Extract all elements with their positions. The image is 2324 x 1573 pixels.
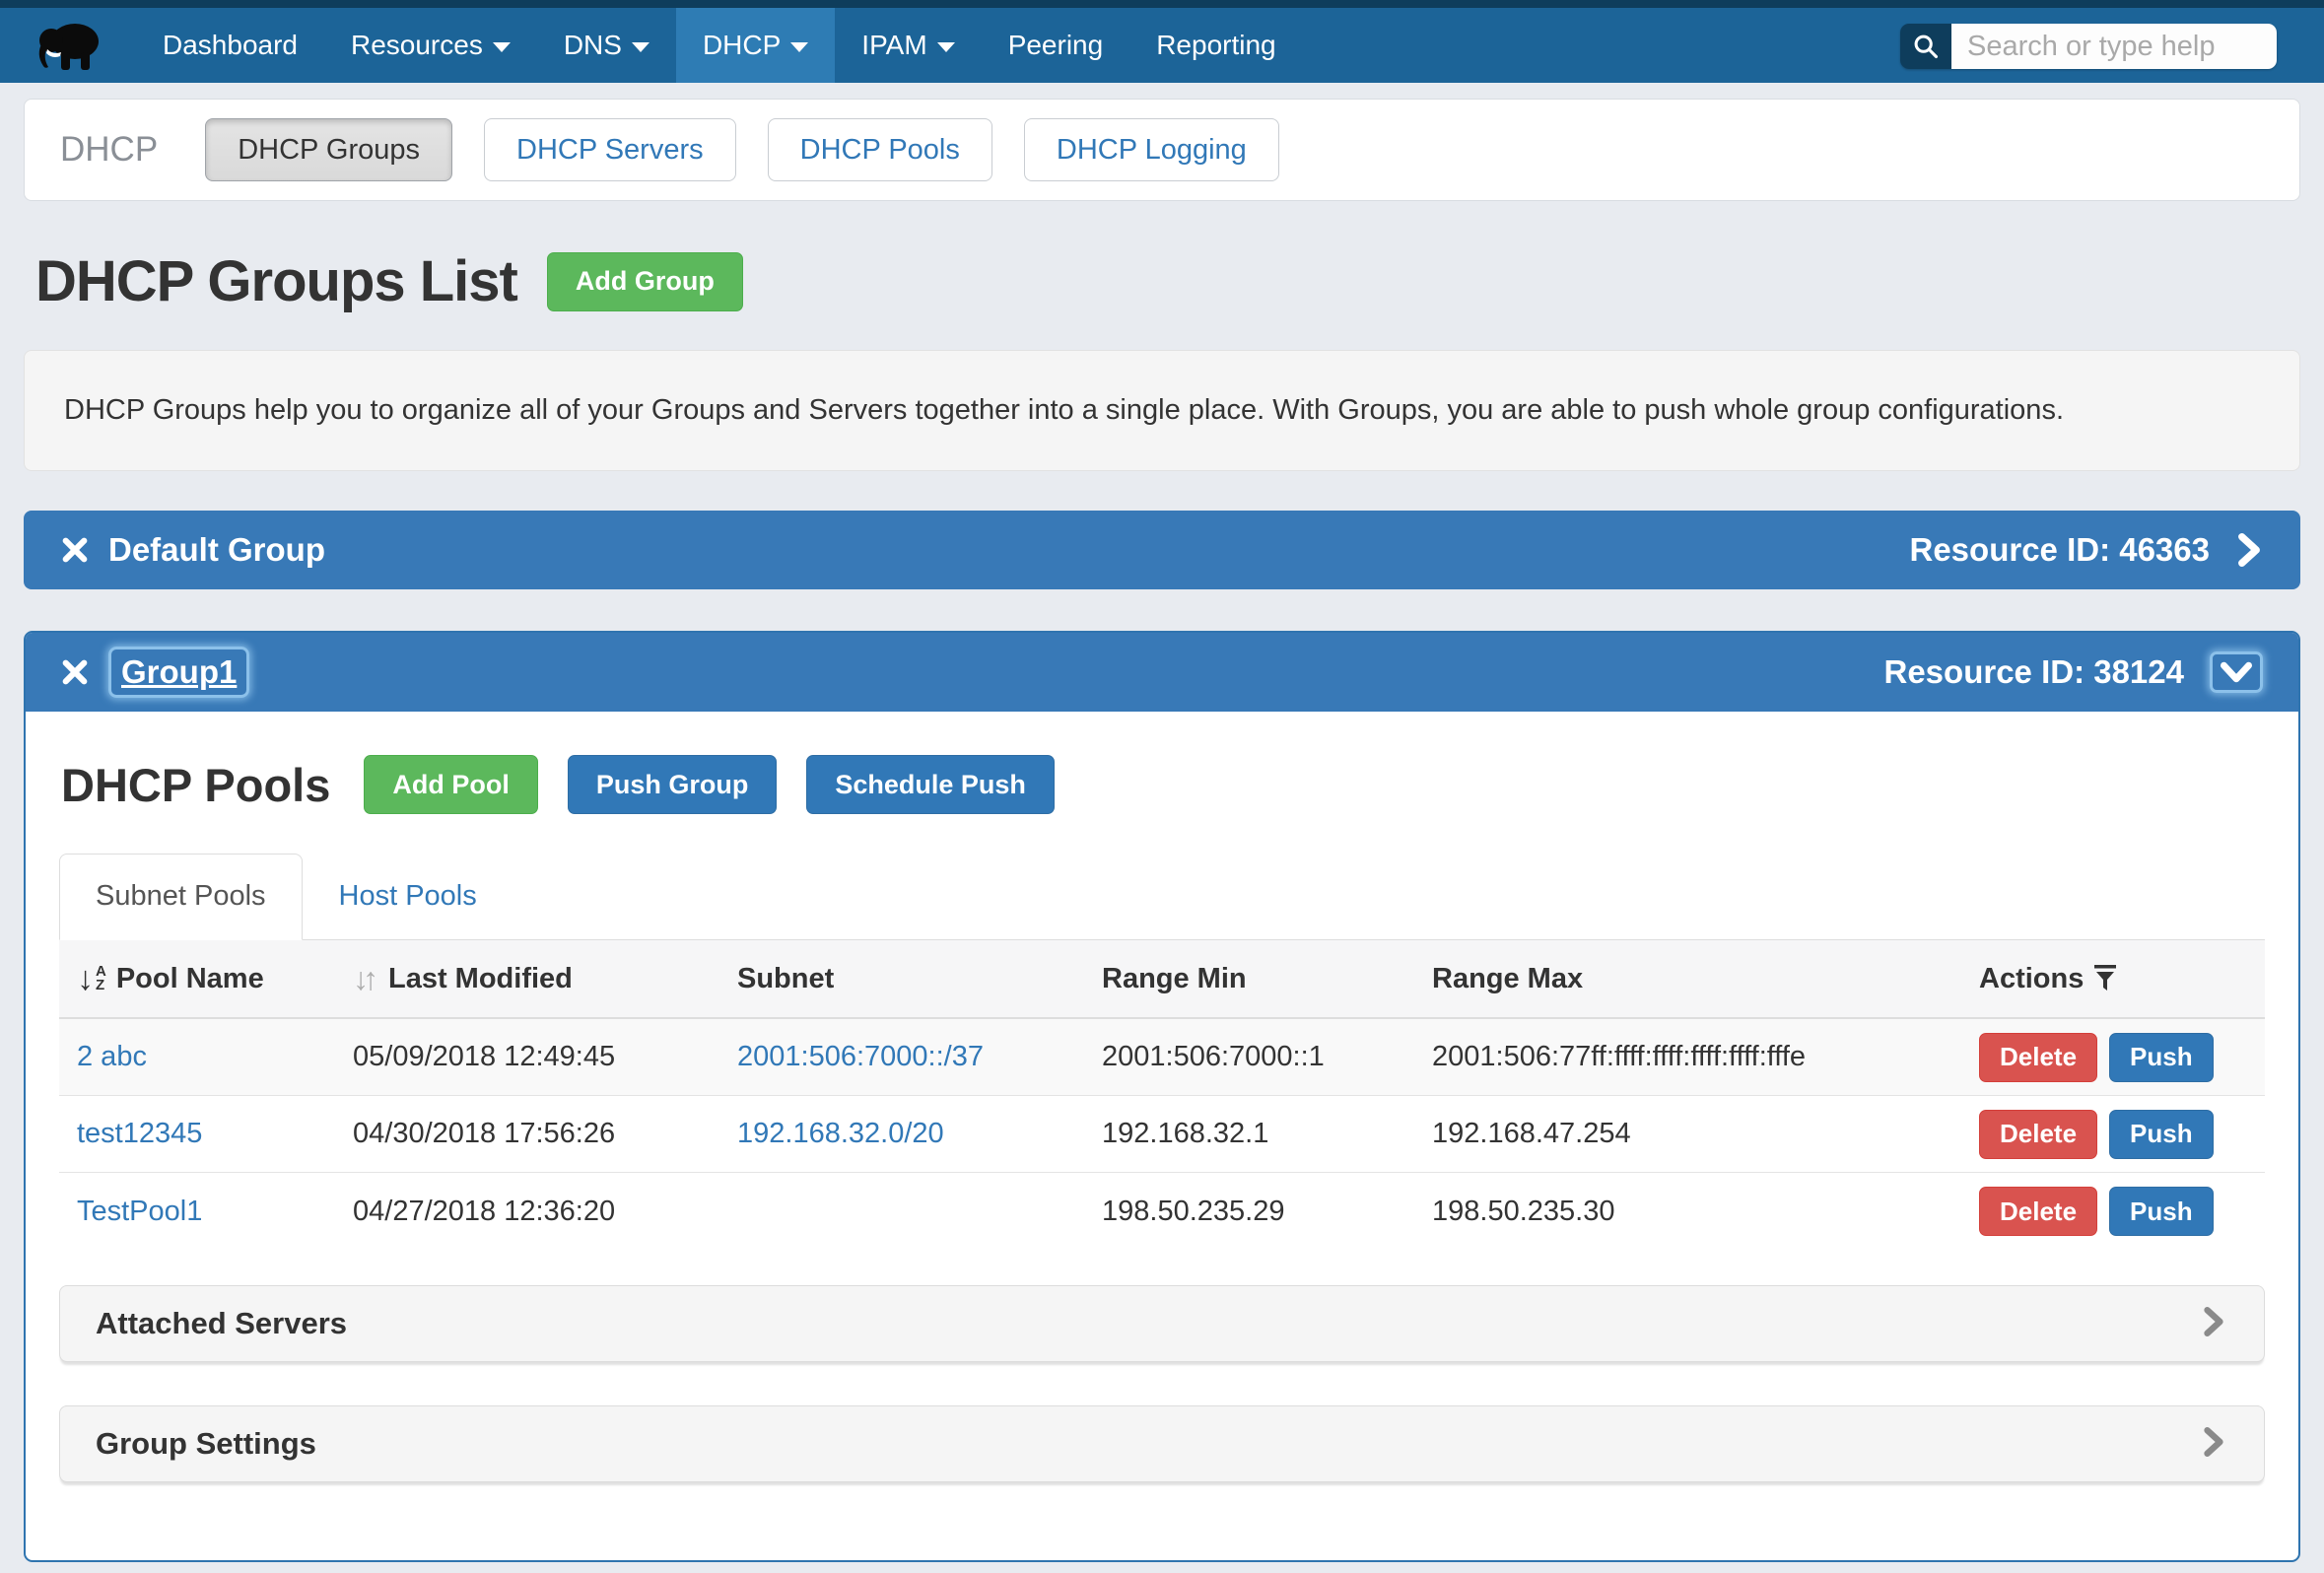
group-panel-group1: Group1 Resource ID: 38124 DHCP Pools Add… — [24, 631, 2300, 1562]
mammoth-logo[interactable] — [35, 8, 106, 83]
description-text: DHCP Groups help you to organize all of … — [64, 394, 2260, 427]
sort-alpha-asc-icon[interactable]: ↓ AZ — [77, 964, 106, 993]
column-header-range-max[interactable]: Range Max — [1414, 963, 1961, 995]
group-name: Default Group — [108, 531, 325, 569]
table-row: test12345 04/30/2018 17:56:26 192.168.32… — [59, 1096, 2265, 1173]
last-modified-value: 04/27/2018 12:36:20 — [335, 1196, 719, 1228]
delete-button[interactable]: Delete — [1979, 1187, 2097, 1236]
sort-icon[interactable]: ↓↑ — [353, 961, 373, 997]
description-panel: DHCP Groups help you to organize all of … — [24, 350, 2300, 471]
dhcp-subnav: DHCP DHCP Groups DHCP Servers DHCP Pools… — [24, 99, 2300, 201]
pool-name-link[interactable]: test12345 — [77, 1118, 202, 1149]
pool-name-link[interactable]: 2 abc — [77, 1041, 147, 1072]
delete-button[interactable]: Delete — [1979, 1110, 2097, 1159]
range-max-value: 2001:506:77ff:ffff:ffff:ffff:ffff:fffe — [1414, 1041, 1961, 1073]
pool-tabs: Subnet Pools Host Pools — [59, 854, 2265, 940]
dhcp-pools-title: DHCP Pools — [61, 758, 330, 812]
remove-group-icon[interactable] — [61, 658, 89, 686]
mammoth-logo-icon — [35, 17, 106, 74]
range-max-value: 198.50.235.30 — [1414, 1196, 1961, 1228]
nav-item-peering[interactable]: Peering — [982, 8, 1130, 83]
add-group-button[interactable]: Add Group — [547, 252, 743, 311]
table-header-row: ↓ AZ Pool Name ↓↑ Last Modified Subnet R… — [59, 940, 2265, 1019]
tab-host-pools[interactable]: Host Pools — [303, 854, 513, 939]
caret-down-icon — [790, 42, 808, 52]
push-button[interactable]: Push — [2109, 1033, 2214, 1082]
browser-top-strip — [0, 0, 2324, 8]
dhcp-pools-header: DHCP Pools Add Pool Push Group Schedule … — [61, 755, 2265, 814]
nav-item-dhcp[interactable]: DHCP — [676, 8, 835, 83]
accordions: Attached Servers Group Settings — [59, 1285, 2265, 1482]
range-max-value: 192.168.47.254 — [1414, 1118, 1961, 1150]
group-header-default-group[interactable]: Default Group Resource ID: 46363 — [24, 511, 2300, 589]
caret-down-icon — [937, 42, 955, 52]
push-button[interactable]: Push — [2109, 1110, 2214, 1159]
group-header-group1[interactable]: Group1 Resource ID: 38124 — [26, 633, 2298, 712]
accordion-group-settings[interactable]: Group Settings — [59, 1405, 2265, 1482]
tab-subnet-pools[interactable]: Subnet Pools — [59, 854, 303, 940]
resource-id-label: Resource ID: 46363 — [1910, 531, 2211, 569]
table-row: 2 abc 05/09/2018 12:49:45 2001:506:7000:… — [59, 1019, 2265, 1096]
range-min-value: 192.168.32.1 — [1084, 1118, 1414, 1150]
chevron-right-icon[interactable] — [2203, 1307, 2224, 1341]
search-input[interactable] — [1951, 24, 2277, 69]
group-name-link[interactable]: Group1 — [108, 647, 249, 698]
top-navbar: Dashboard Resources DNS DHCP IPAM Peerin… — [0, 8, 2324, 83]
subnav-tab-dhcp-pools[interactable]: DHCP Pools — [768, 118, 992, 181]
subnav-tab-dhcp-servers[interactable]: DHCP Servers — [484, 118, 736, 181]
push-button[interactable]: Push — [2109, 1187, 2214, 1236]
remove-group-icon[interactable] — [61, 536, 89, 564]
subnav-tab-dhcp-groups[interactable]: DHCP Groups — [205, 118, 452, 181]
chevron-right-icon[interactable] — [2203, 1427, 2224, 1462]
subnet-pools-table: ↓ AZ Pool Name ↓↑ Last Modified Subnet R… — [59, 940, 2265, 1250]
page-content: DHCP DHCP Groups DHCP Servers DHCP Pools… — [0, 83, 2324, 1562]
caret-down-icon — [632, 42, 649, 52]
page-title: DHCP Groups List — [35, 248, 517, 314]
nav-items: Dashboard Resources DNS DHCP IPAM Peerin… — [136, 8, 1303, 83]
search-icon[interactable] — [1900, 24, 1951, 69]
range-min-value: 198.50.235.29 — [1084, 1196, 1414, 1228]
filter-funnel-icon[interactable] — [2093, 965, 2117, 992]
column-header-actions[interactable]: Actions — [1961, 963, 2265, 995]
add-pool-button[interactable]: Add Pool — [364, 755, 537, 814]
column-header-subnet[interactable]: Subnet — [719, 963, 1084, 995]
nav-item-ipam[interactable]: IPAM — [835, 8, 981, 83]
group-panel-body: DHCP Pools Add Pool Push Group Schedule … — [26, 712, 2298, 1482]
section-label: DHCP — [60, 130, 158, 170]
schedule-push-button[interactable]: Schedule Push — [806, 755, 1055, 814]
resource-id-label: Resource ID: 38124 — [1884, 653, 2185, 691]
pool-name-link[interactable]: TestPool1 — [77, 1196, 202, 1227]
table-row: TestPool1 04/27/2018 12:36:20 198.50.235… — [59, 1173, 2265, 1250]
nav-item-dashboard[interactable]: Dashboard — [136, 8, 324, 83]
push-group-button[interactable]: Push Group — [568, 755, 778, 814]
last-modified-value: 04/30/2018 17:56:26 — [335, 1118, 719, 1150]
accordion-attached-servers[interactable]: Attached Servers — [59, 1285, 2265, 1362]
chevron-right-icon[interactable] — [2235, 533, 2263, 567]
global-search — [1900, 24, 2277, 69]
delete-button[interactable]: Delete — [1979, 1033, 2097, 1082]
chevron-down-icon[interactable] — [2210, 651, 2263, 693]
nav-item-resources[interactable]: Resources — [324, 8, 537, 83]
subnet-link[interactable]: 2001:506:7000::/37 — [737, 1041, 984, 1072]
column-header-pool-name[interactable]: ↓ AZ Pool Name — [59, 963, 335, 995]
nav-item-reporting[interactable]: Reporting — [1129, 8, 1302, 83]
caret-down-icon — [493, 42, 511, 52]
subnet-link[interactable]: 192.168.32.0/20 — [737, 1118, 944, 1149]
title-row: DHCP Groups List Add Group — [35, 248, 2300, 314]
column-header-range-min[interactable]: Range Min — [1084, 963, 1414, 995]
nav-item-dns[interactable]: DNS — [537, 8, 676, 83]
column-header-last-modified[interactable]: ↓↑ Last Modified — [335, 961, 719, 997]
subnav-tab-dhcp-logging[interactable]: DHCP Logging — [1024, 118, 1279, 181]
range-min-value: 2001:506:7000::1 — [1084, 1041, 1414, 1073]
last-modified-value: 05/09/2018 12:49:45 — [335, 1041, 719, 1073]
